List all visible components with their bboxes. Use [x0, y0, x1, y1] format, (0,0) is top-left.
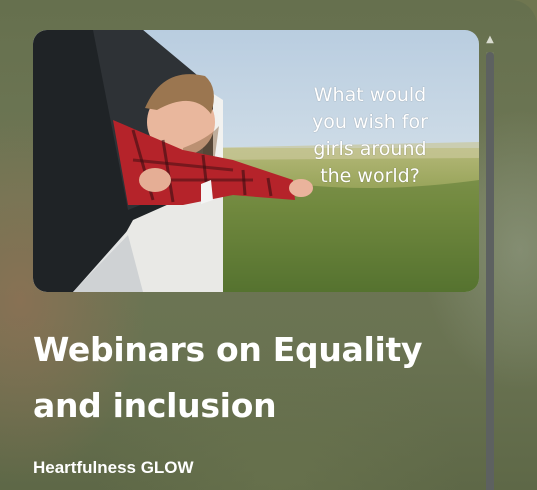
- thumbnail-caption: What would you wish for girls around the…: [295, 82, 445, 190]
- chevron-up-icon[interactable]: ▲: [483, 34, 497, 46]
- caption-line: girls around: [313, 138, 427, 160]
- scrollbar[interactable]: [486, 52, 494, 490]
- caption-line: you wish for: [312, 111, 428, 133]
- caption-line: What would: [313, 84, 427, 106]
- caption-line: the world?: [320, 165, 420, 187]
- video-thumbnail[interactable]: What would you wish for girls around the…: [33, 30, 479, 292]
- video-card-panel: What would you wish for girls around the…: [0, 0, 537, 490]
- channel-name[interactable]: Heartfulness GLOW: [33, 458, 194, 478]
- scrollbar-thumb[interactable]: [486, 52, 494, 490]
- video-title[interactable]: Webinars on Equality and inclusion: [33, 322, 463, 434]
